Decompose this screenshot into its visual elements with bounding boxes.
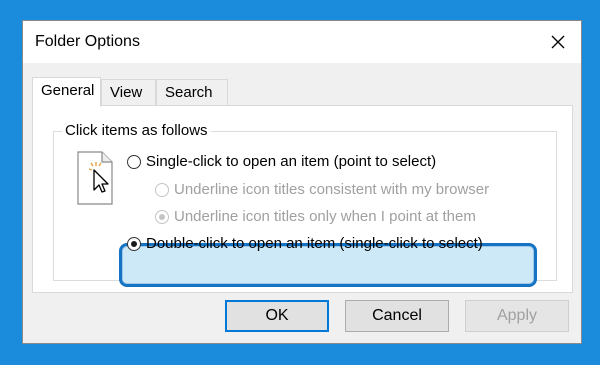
close-button[interactable]: [535, 21, 581, 63]
tab-general[interactable]: General: [32, 77, 101, 107]
ok-button[interactable]: OK: [225, 300, 329, 332]
underline-browser-radio: [155, 182, 169, 197]
ok-button-label: OK: [265, 307, 289, 324]
underline-browser-label: Underline icon titles consistent with my…: [174, 181, 490, 198]
close-icon: [551, 35, 565, 49]
apply-button: Apply: [465, 300, 569, 332]
apply-button-label: Apply: [496, 307, 538, 324]
option-double-click[interactable]: Double-click to open an item (single-cli…: [127, 235, 483, 252]
tab-view[interactable]: View: [101, 79, 156, 105]
tab-search-label: Search: [165, 84, 213, 101]
title-bar[interactable]: Folder Options: [23, 21, 581, 63]
option-underline-point: Underline icon titles only when I point …: [155, 208, 476, 225]
folder-options-dialog: Folder Options General View Search Click…: [22, 20, 582, 344]
groupbox-label: Click items as follows: [62, 122, 211, 139]
underline-point-label: Underline icon titles only when I point …: [174, 208, 476, 225]
single-click-radio[interactable]: [127, 154, 141, 169]
document-cursor-icon: [77, 151, 113, 205]
cancel-button[interactable]: Cancel: [345, 300, 449, 332]
double-click-label: Double-click to open an item (single-cli…: [146, 235, 483, 252]
tab-view-label: View: [110, 84, 143, 101]
tab-search[interactable]: Search: [156, 79, 228, 105]
double-click-radio[interactable]: [127, 236, 141, 251]
single-click-label: Single-click to open an item (point to s…: [146, 153, 437, 170]
option-underline-browser: Underline icon titles consistent with my…: [155, 181, 489, 198]
dialog-title: Folder Options: [35, 33, 140, 50]
tab-general-label: General: [41, 82, 95, 99]
underline-point-radio: [155, 209, 169, 224]
option-single-click[interactable]: Single-click to open an item (point to s…: [127, 153, 436, 170]
cancel-button-label: Cancel: [372, 307, 422, 324]
